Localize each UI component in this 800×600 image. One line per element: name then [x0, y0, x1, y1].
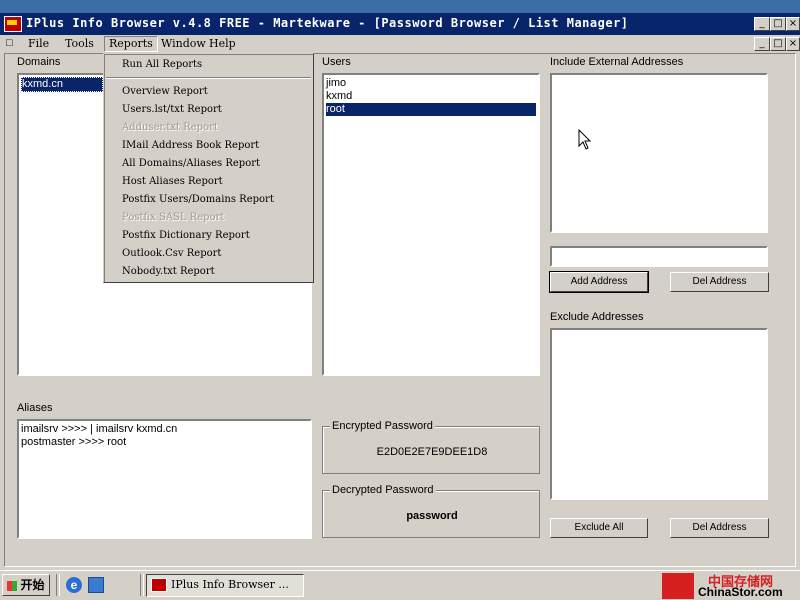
mouse-cursor-icon [578, 129, 592, 150]
address-input[interactable] [550, 246, 768, 267]
menu-postfix-users-domains-report[interactable]: Postfix Users/Domains Report [122, 192, 274, 208]
users-list[interactable]: jimo kxmd root [322, 73, 540, 376]
minimize-button[interactable]: _ [754, 17, 770, 31]
users-label: Users [322, 56, 351, 68]
taskbar-app-button[interactable]: IPlus Info Browser ... [146, 574, 304, 597]
taskbar-app-label: IPlus Info Browser ... [171, 578, 289, 591]
maximize-button[interactable]: □ [770, 17, 786, 31]
taskbar: 开始 e IPlus Info Browser ... 中国存储网 ChinaS… [0, 570, 800, 600]
menu-postfix-sasl-report: Postfix SASL Report [122, 212, 225, 223]
start-button[interactable]: 开始 [2, 574, 50, 596]
desktop-background [0, 0, 800, 13]
document-icon[interactable]: □ [6, 37, 13, 49]
alias-item[interactable]: postmaster >>>> root [21, 436, 126, 449]
window-title: IPlus Info Browser v.4.8 FREE - Martekwa… [26, 16, 629, 30]
decrypted-password-label: Decrypted Password [330, 484, 436, 496]
aliases-label: Aliases [17, 402, 53, 414]
app-icon[interactable] [4, 16, 22, 32]
menu-outlook-csv-report[interactable]: Outlook.Csv Report [122, 246, 221, 262]
watermark-badge-icon [662, 573, 694, 599]
del-exclude-address-button[interactable]: Del Address [670, 518, 769, 538]
encrypted-password-label: Encrypted Password [330, 420, 435, 432]
encrypted-password-value: E2D0E2E7E9DEE1D8 [376, 446, 488, 458]
menu-run-all-reports[interactable]: Run All Reports [122, 57, 202, 73]
child-close-button[interactable]: × [786, 37, 800, 51]
close-button[interactable]: × [786, 17, 800, 31]
aliases-list[interactable]: imailsrv >>>> | imailsrv kxmd.cn postmas… [17, 419, 312, 539]
exclude-list[interactable] [550, 328, 768, 500]
reports-dropdown-menu: Run All Reports Overview Report Users.ls… [103, 53, 314, 283]
include-list[interactable] [550, 73, 768, 233]
menu-host-aliases-report[interactable]: Host Aliases Report [122, 174, 223, 190]
decrypted-password-value: password [406, 510, 458, 522]
menu-reports[interactable]: Reports [104, 36, 158, 52]
menu-imail-address-book-report[interactable]: IMail Address Book Report [122, 138, 259, 154]
child-minimize-button[interactable]: _ [754, 37, 770, 51]
menu-nobody-txt-report[interactable]: Nobody.txt Report [122, 264, 215, 280]
menu-tools[interactable]: Tools [61, 36, 98, 52]
include-label: Include External Addresses [550, 56, 684, 68]
menu-adduser-report: Adduser.txt Report [122, 122, 218, 133]
start-label: 开始 [20, 578, 45, 592]
menu-file[interactable]: File [24, 36, 53, 52]
user-item[interactable]: jimo [326, 77, 346, 90]
show-desktop-icon[interactable] [88, 577, 104, 593]
internet-explorer-icon[interactable]: e [66, 577, 82, 593]
menu-bar: □ File Tools Reports Window Help _ □ × [0, 35, 800, 53]
menu-users-lst-report[interactable]: Users.lst/txt Report [122, 102, 222, 118]
domains-label: Domains [17, 56, 61, 68]
domain-item[interactable]: kxmd.cn [21, 77, 103, 92]
add-address-button[interactable]: Add Address [549, 271, 649, 293]
exclude-label: Exclude Addresses [550, 311, 644, 323]
menu-help[interactable]: Help [205, 36, 240, 52]
alias-item[interactable]: imailsrv >>>> | imailsrv kxmd.cn [21, 423, 177, 436]
watermark-logo: 中国存储网 ChinaStor.com [598, 573, 798, 599]
taskbar-separator [56, 574, 60, 596]
menu-postfix-dictionary-report[interactable]: Postfix Dictionary Report [122, 228, 250, 244]
user-item[interactable]: kxmd [326, 90, 352, 103]
exclude-all-button[interactable]: Exclude All [550, 518, 648, 538]
menu-all-domains-aliases-report[interactable]: All Domains/Aliases Report [122, 156, 260, 172]
watermark-en-text: ChinaStor.com [698, 585, 783, 599]
user-item-selected[interactable]: root [326, 103, 536, 116]
taskbar-separator [140, 574, 144, 596]
decrypted-password-group: Decrypted Password password [322, 484, 540, 538]
windows-flag-icon [7, 580, 18, 591]
app-icon [151, 578, 167, 592]
menu-overview-report[interactable]: Overview Report [122, 84, 208, 100]
menu-window[interactable]: Window [157, 36, 210, 52]
encrypted-password-group: Encrypted Password E2D0E2E7E9DEE1D8 [322, 420, 540, 474]
child-restore-button[interactable]: □ [770, 37, 786, 51]
window-title-bar[interactable]: IPlus Info Browser v.4.8 FREE - Martekwa… [0, 13, 800, 35]
del-include-address-button[interactable]: Del Address [670, 272, 769, 292]
menu-separator [106, 77, 311, 79]
